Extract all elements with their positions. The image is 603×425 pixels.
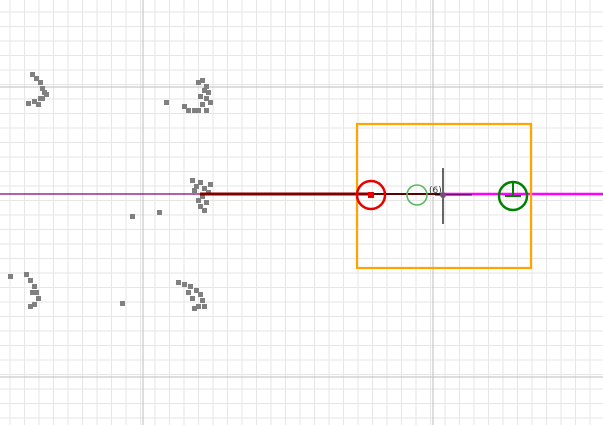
obstacle-point <box>202 208 207 213</box>
obstacle-point <box>200 78 205 83</box>
obstacle-point <box>44 92 49 97</box>
start-center-dot <box>368 192 374 198</box>
obstacle-point <box>190 178 195 183</box>
obstacle-point <box>182 282 187 287</box>
obstacle-point <box>196 198 201 203</box>
obstacle-point <box>202 88 207 93</box>
obstacle-point <box>28 304 33 309</box>
obstacle-point <box>186 108 191 113</box>
obstacle-point <box>157 210 162 215</box>
major-grid <box>0 0 603 425</box>
obstacle-point <box>188 284 193 289</box>
obstacle-point <box>208 100 213 105</box>
obstacle-point <box>202 304 207 309</box>
obstacle-point <box>186 290 191 295</box>
obstacle-point <box>204 200 209 205</box>
obstacle-point <box>198 292 203 297</box>
obstacle-point <box>36 296 41 301</box>
obstacle-point <box>36 102 41 107</box>
obstacle-point <box>28 278 33 283</box>
obstacle-point <box>130 214 135 219</box>
obstacle-point <box>120 301 125 306</box>
obstacle-point <box>200 102 205 107</box>
waypoint-label: (6) <box>429 186 442 196</box>
obstacle-point <box>208 182 213 187</box>
obstacle-point <box>26 101 31 106</box>
obstacle-point <box>198 94 203 99</box>
map-viewport[interactable]: (6) <box>0 0 603 425</box>
obstacle-point <box>192 108 197 113</box>
obstacle-point <box>38 80 43 85</box>
obstacle-point <box>24 272 29 277</box>
obstacle-point <box>198 180 203 185</box>
map-canvas[interactable]: (6) <box>0 0 603 425</box>
obstacle-point <box>176 280 181 285</box>
obstacle-point <box>32 284 37 289</box>
minor-grid <box>0 0 603 425</box>
obstacle-point <box>8 274 13 279</box>
obstacle-point <box>164 100 169 105</box>
obstacle-point <box>30 290 35 295</box>
obstacle-point <box>192 188 197 193</box>
heading-tick-icon <box>435 168 472 224</box>
obstacle-point <box>200 298 205 303</box>
obstacle-point <box>204 108 209 113</box>
obstacle-point <box>192 306 197 311</box>
obstacle-point <box>190 296 195 301</box>
